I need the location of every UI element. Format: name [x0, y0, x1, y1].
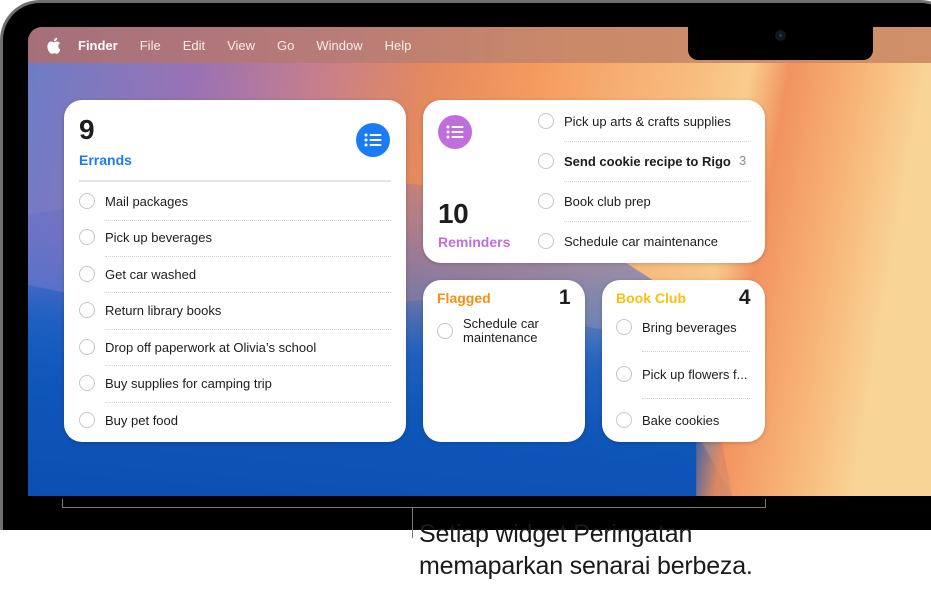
list-item[interactable]: Pick up beverages — [79, 229, 212, 245]
callout-line — [412, 508, 413, 538]
flagged-count: 1 — [558, 286, 571, 309]
list-item[interactable]: Get car washed — [79, 266, 196, 282]
checkbox-circle[interactable] — [437, 323, 453, 339]
camera-icon — [775, 30, 786, 41]
list-item[interactable]: Pick up arts & crafts supplies — [538, 113, 731, 129]
checkbox-circle[interactable] — [79, 266, 95, 282]
checkbox-circle[interactable] — [79, 229, 95, 245]
row-divider — [564, 221, 749, 222]
row-divider — [105, 365, 391, 366]
bookclub-widget[interactable]: Book Club 4 Bring beverages Pick up flow… — [602, 280, 765, 442]
bookclub-count: 4 — [738, 286, 751, 309]
menu-finder[interactable]: Finder — [78, 38, 118, 53]
flagged-title: Flagged — [437, 290, 491, 306]
row-divider — [105, 329, 391, 330]
checkbox-circle[interactable] — [79, 375, 95, 391]
errands-count: 9 — [79, 114, 95, 145]
checkbox-circle[interactable] — [79, 412, 95, 428]
reminders-widget[interactable]: 10 Reminders Pick up arts & crafts suppl… — [423, 100, 765, 263]
checkbox-circle[interactable] — [538, 233, 554, 249]
list-item[interactable]: Send cookie recipe to Rigo — [538, 153, 731, 169]
reminders-count: 10 — [438, 198, 469, 229]
list-icon — [356, 123, 390, 157]
errands-title: Errands — [79, 152, 132, 168]
list-item[interactable]: Schedule car maintenance — [538, 233, 718, 249]
list-item[interactable]: Buy supplies for camping trip — [79, 375, 272, 391]
errands-widget[interactable]: 9 Errands Mail packages Pick up beverage… — [64, 100, 406, 442]
checkbox-circle[interactable] — [538, 193, 554, 209]
checkbox-circle[interactable] — [616, 412, 632, 428]
list-item[interactable]: Pick up flowers f... — [616, 366, 747, 382]
row-divider — [564, 141, 749, 142]
list-item[interactable]: Buy pet food — [79, 412, 178, 428]
menu-view[interactable]: View — [227, 38, 255, 53]
checkbox-circle[interactable] — [616, 319, 632, 335]
menu-window[interactable]: Window — [316, 38, 362, 53]
menu-help[interactable]: Help — [385, 38, 412, 53]
list-item[interactable]: Book club prep — [538, 193, 651, 209]
subtask-count-badge: 3 — [739, 153, 747, 168]
menu-edit[interactable]: Edit — [183, 38, 205, 53]
row-divider — [105, 292, 391, 293]
row-divider — [105, 256, 391, 257]
apple-icon[interactable] — [44, 36, 62, 54]
list-item[interactable]: Mail packages — [79, 193, 188, 209]
header-divider — [79, 180, 391, 182]
callout-line-2: memaparkan senarai berbeza. — [419, 552, 753, 580]
list-item[interactable]: Bring beverages — [616, 319, 737, 335]
list-item[interactable]: Schedule car maintenance — [437, 317, 563, 345]
bookclub-title: Book Club — [616, 290, 686, 306]
flagged-widget[interactable]: Flagged 1 Schedule car maintenance — [423, 280, 585, 442]
checkbox-circle[interactable] — [79, 339, 95, 355]
list-item[interactable]: Return library books — [79, 302, 221, 318]
row-divider — [105, 402, 391, 403]
checkbox-circle[interactable] — [79, 302, 95, 318]
reminders-title: Reminders — [438, 234, 511, 250]
row-divider — [642, 398, 750, 399]
checkbox-circle[interactable] — [538, 113, 554, 129]
callout-bracket — [62, 499, 766, 508]
menu-go[interactable]: Go — [277, 38, 294, 53]
list-item[interactable]: Drop off paperwork at Olivia’s school — [79, 339, 316, 355]
row-divider — [105, 220, 391, 221]
row-divider — [564, 181, 749, 182]
checkbox-circle[interactable] — [538, 153, 554, 169]
callout-text: Setiap widget Peringatan memaparkan sena… — [419, 518, 753, 582]
callout-line-1: Setiap widget Peringatan — [419, 520, 693, 548]
list-item[interactable]: Bake cookies — [616, 412, 719, 428]
list-icon — [438, 115, 472, 149]
menu-file[interactable]: File — [140, 38, 161, 53]
checkbox-circle[interactable] — [79, 193, 95, 209]
row-divider — [642, 351, 750, 352]
checkbox-circle[interactable] — [616, 366, 632, 382]
